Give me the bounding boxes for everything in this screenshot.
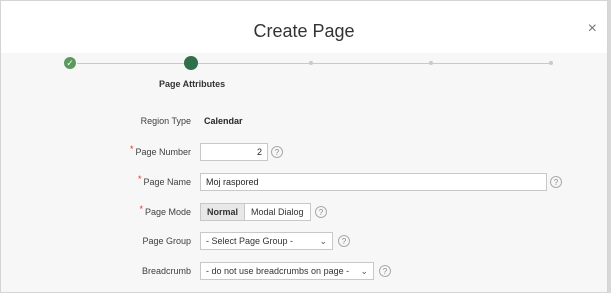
- region-type-label: Region Type: [140, 116, 191, 126]
- help-icon[interactable]: ?: [338, 235, 350, 247]
- dialog-title: Create Page: [253, 21, 355, 41]
- breadcrumb-select[interactable]: - do not use breadcrumbs on page - ⌄: [200, 262, 374, 280]
- page-group-select[interactable]: - Select Page Group - ⌄: [200, 232, 333, 250]
- wizard-progress: ✓ Page Attributes: [1, 53, 607, 108]
- region-type-row: Region Type Calendar: [1, 110, 609, 132]
- page-mode-row: * Page Mode Normal Modal Dialog ?: [1, 201, 609, 223]
- required-marker: *: [129, 144, 134, 154]
- page-number-row: * Page Number 2 ?: [1, 141, 609, 163]
- dialog-header: Create Page ×: [1, 1, 607, 53]
- help-icon[interactable]: ?: [271, 146, 283, 158]
- wizard-step-2-current: [184, 56, 198, 70]
- wizard-step-label: Page Attributes: [159, 79, 226, 89]
- wizard-step-4: [429, 61, 433, 65]
- breadcrumb-row: Breadcrumb - do not use breadcrumbs on p…: [1, 260, 609, 282]
- page-group-row: Page Group - Select Page Group - ⌄ ?: [1, 230, 609, 252]
- create-page-dialog: Create Page × ✓ Page Attributes Region T…: [0, 0, 608, 293]
- page-group-label: Page Group: [142, 236, 191, 246]
- breadcrumb-label: Breadcrumb: [141, 266, 191, 276]
- help-icon[interactable]: ?: [315, 206, 327, 218]
- page-mode-normal[interactable]: Normal: [201, 204, 245, 220]
- help-icon[interactable]: ?: [379, 265, 391, 277]
- wizard-step-5: [549, 61, 553, 65]
- page-name-input[interactable]: Moj raspored: [200, 173, 547, 191]
- wizard-step-3: [309, 61, 313, 65]
- page-name-label: * Page Name: [137, 174, 191, 187]
- page-mode-label: * Page Mode: [139, 204, 191, 217]
- check-icon: ✓: [66, 57, 74, 68]
- page-mode-toggle: Normal Modal Dialog: [200, 203, 311, 221]
- close-icon[interactable]: ×: [588, 21, 597, 37]
- help-icon[interactable]: ?: [550, 176, 562, 188]
- chevron-down-icon: ⌄: [319, 236, 327, 246]
- wizard-step-1-done: ✓: [64, 57, 76, 69]
- page-number-input[interactable]: 2: [200, 143, 268, 161]
- page-name-row: * Page Name Moj raspored ?: [1, 171, 609, 193]
- chevron-down-icon: ⌄: [360, 266, 368, 276]
- page-mode-modal-dialog[interactable]: Modal Dialog: [244, 204, 310, 220]
- dialog-body: ✓ Page Attributes Region Type Calendar *…: [1, 53, 607, 292]
- page-number-label: * Page Number: [129, 144, 191, 157]
- page-group-value: - Select Page Group -: [206, 236, 294, 246]
- region-type-value: Calendar: [204, 116, 243, 126]
- wizard-track: [77, 63, 552, 64]
- breadcrumb-value: - do not use breadcrumbs on page -: [206, 266, 350, 276]
- required-marker: *: [137, 174, 142, 184]
- required-marker: *: [139, 204, 143, 214]
